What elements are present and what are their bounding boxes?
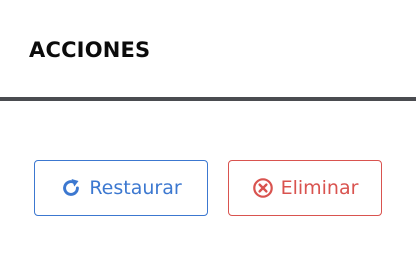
delete-button[interactable]: Eliminar xyxy=(228,160,382,216)
section-divider xyxy=(0,97,416,101)
restore-button-label: Restaurar xyxy=(89,177,182,199)
refresh-icon xyxy=(60,177,82,199)
delete-button-label: Eliminar xyxy=(280,177,359,199)
circle-x-icon xyxy=(252,177,274,199)
restore-button[interactable]: Restaurar xyxy=(34,160,208,216)
section-title: ACCIONES xyxy=(29,38,151,62)
